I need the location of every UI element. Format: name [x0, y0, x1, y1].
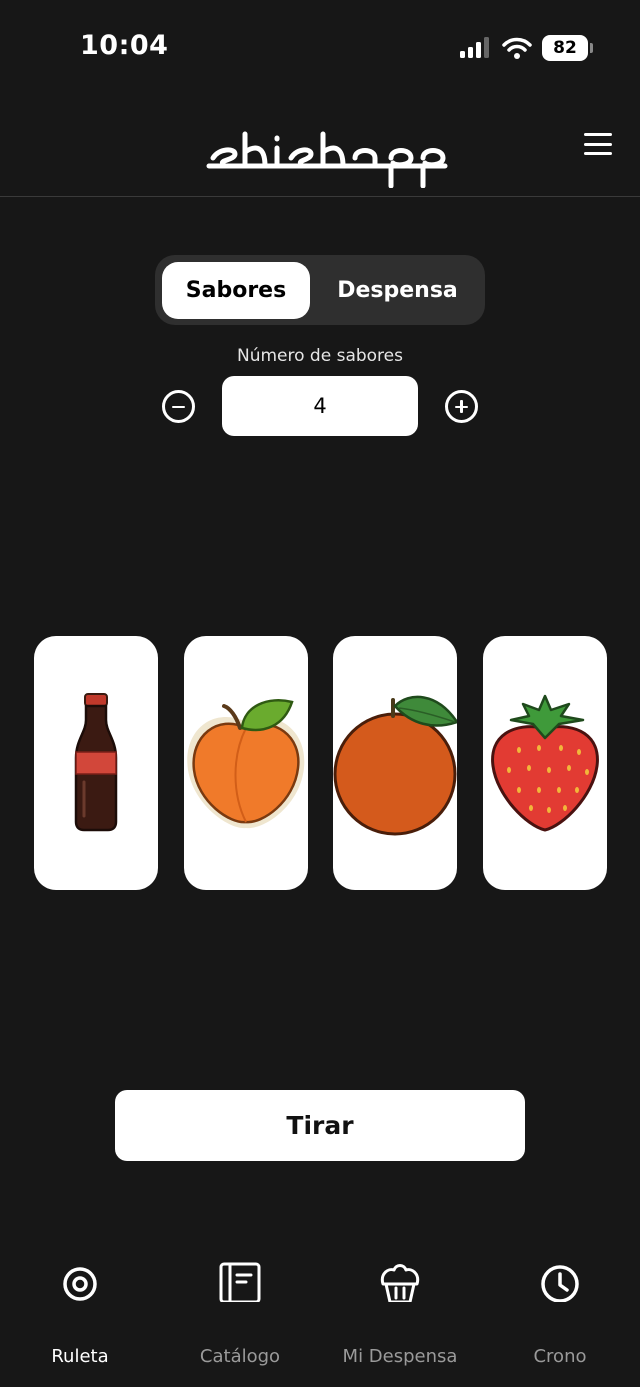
tab-despensa[interactable]: Despensa — [315, 262, 480, 319]
tab-crono-label: Crono — [533, 1346, 587, 1367]
tab-ruleta-label: Ruleta — [51, 1346, 109, 1367]
flavor-reel-1 — [34, 636, 158, 890]
tirar-button[interactable]: Tirar — [115, 1090, 525, 1161]
clock-icon — [541, 1265, 579, 1302]
flavor-count-input[interactable] — [222, 376, 418, 436]
status-bar: 10:04 82 — [0, 0, 640, 96]
tab-ruleta[interactable]: Ruleta — [0, 1254, 160, 1367]
flavor-reel-2 — [184, 636, 308, 890]
cola-bottle-icon — [74, 693, 118, 832]
peach-icon — [187, 699, 305, 829]
bottom-tab-bar: Ruleta Catálogo Mi Despensa Crono — [0, 1230, 640, 1387]
minus-circle-icon[interactable] — [162, 390, 195, 423]
target-icon — [63, 1267, 97, 1301]
wifi-icon — [502, 37, 532, 59]
counter-label: Número de sabores — [237, 346, 403, 366]
tab-sabores[interactable]: Sabores — [162, 262, 310, 319]
status-time: 10:04 — [80, 30, 169, 61]
tab-catalogo[interactable]: Catálogo — [160, 1254, 320, 1367]
flavor-reel-3 — [333, 636, 457, 890]
catalog-book-icon — [219, 1262, 261, 1302]
battery-indicator: 82 — [542, 35, 593, 61]
orange-icon — [333, 695, 457, 836]
battery-level: 82 — [553, 38, 577, 58]
hamburger-menu-icon[interactable] — [584, 132, 612, 156]
tab-mi-despensa-label: Mi Despensa — [342, 1346, 458, 1367]
muffin-icon — [380, 1264, 420, 1302]
strawberry-icon — [491, 694, 599, 832]
tab-catalogo-label: Catálogo — [199, 1346, 281, 1367]
shishapp-logo: shishapp — [205, 108, 448, 188]
mode-segmented-control: Sabores Despensa — [155, 255, 485, 325]
logo-text: shishapp — [205, 108, 210, 109]
status-icons: 82 — [460, 34, 593, 62]
signal-icon — [460, 37, 489, 58]
tab-mi-despensa[interactable]: Mi Despensa — [320, 1254, 480, 1367]
flavor-reel-4 — [483, 636, 607, 890]
plus-circle-icon[interactable] — [445, 390, 478, 423]
tab-crono[interactable]: Crono — [480, 1254, 640, 1367]
app-header: shishapp — [0, 96, 640, 197]
